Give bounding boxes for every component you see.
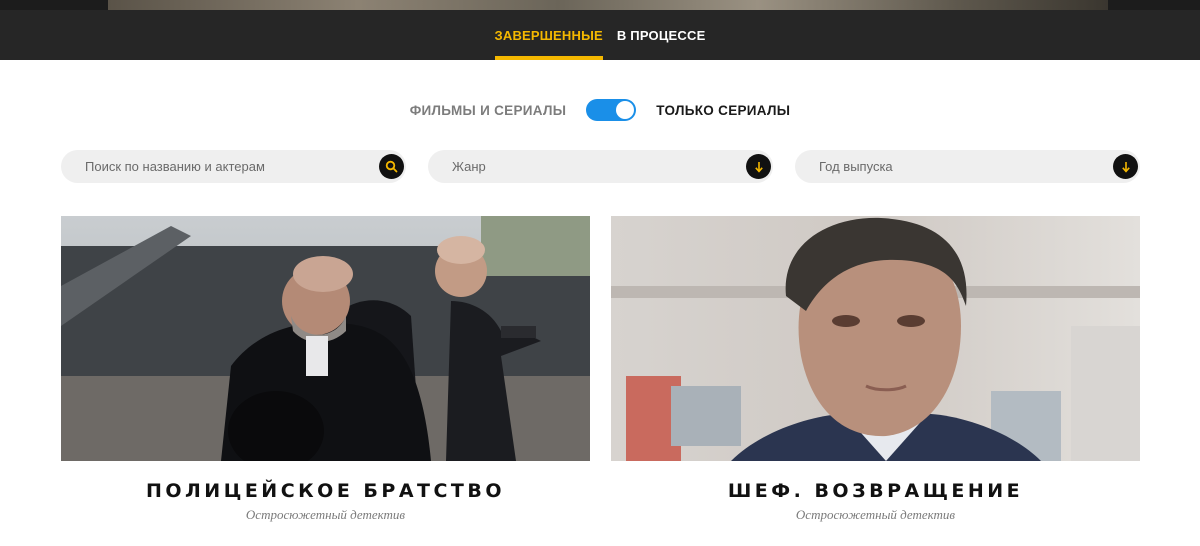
search-input[interactable] — [61, 150, 406, 183]
year-dropdown-button[interactable] — [1113, 154, 1138, 179]
arrow-down-icon — [1121, 161, 1130, 173]
poster-image — [61, 216, 590, 461]
toggle-label-films-and-series[interactable]: ФИЛЬМЫ И СЕРИАЛЫ — [410, 103, 567, 118]
search-button[interactable] — [379, 154, 404, 179]
tab-in-progress-label: В ПРОЦЕССЕ — [616, 27, 706, 43]
genre-select-label: Жанр — [452, 159, 486, 174]
tab-completed[interactable]: ЗАВЕРШЕННЫЕ — [494, 10, 604, 60]
search-icon — [385, 160, 398, 173]
series-poster[interactable] — [61, 216, 590, 461]
genre-dropdown-button[interactable] — [746, 154, 771, 179]
genre-select[interactable]: Жанр — [428, 150, 773, 183]
series-only-switch[interactable] — [586, 99, 637, 121]
tab-in-progress[interactable]: В ПРОЦЕССЕ — [617, 10, 706, 60]
hero-banner-bottom — [0, 0, 1200, 10]
series-genre: Остросюжетный детектив — [795, 507, 956, 522]
year-select-label: Год выпуска — [819, 159, 893, 174]
year-select[interactable]: Год выпуска — [795, 150, 1140, 183]
series-title[interactable]: ПОЛИЦЕЙСКОЕ БРАТСТВО — [61, 480, 590, 502]
poster-image — [611, 216, 1140, 461]
series-card[interactable]: ПОЛИЦЕЙСКОЕ БРАТСТВО Остросюжетный детек… — [61, 216, 590, 523]
series-poster[interactable] — [611, 216, 1140, 461]
tab-completed-label: ЗАВЕРШЕННЫЕ — [494, 27, 603, 43]
hero-image — [108, 0, 1108, 10]
toggle-label-series-only[interactable]: ТОЛЬКО СЕРИАЛЫ — [656, 103, 790, 118]
series-genre: Остросюжетный детектив — [245, 507, 406, 522]
arrow-down-icon — [754, 161, 763, 173]
switch-knob — [616, 101, 635, 119]
status-tabs: ЗАВЕРШЕННЫЕ В ПРОЦЕССЕ — [0, 10, 1200, 60]
filters-row: Жанр Год выпуска — [61, 150, 1140, 183]
series-card[interactable]: ШЕФ. ВОЗВРАЩЕНИЕ Остросюжетный детектив — [611, 216, 1140, 523]
content-type-toggle: ФИЛЬМЫ И СЕРИАЛЫ ТОЛЬКО СЕРИАЛЫ — [0, 96, 1200, 124]
search-field — [61, 150, 406, 183]
series-title[interactable]: ШЕФ. ВОЗВРАЩЕНИЕ — [611, 480, 1140, 502]
